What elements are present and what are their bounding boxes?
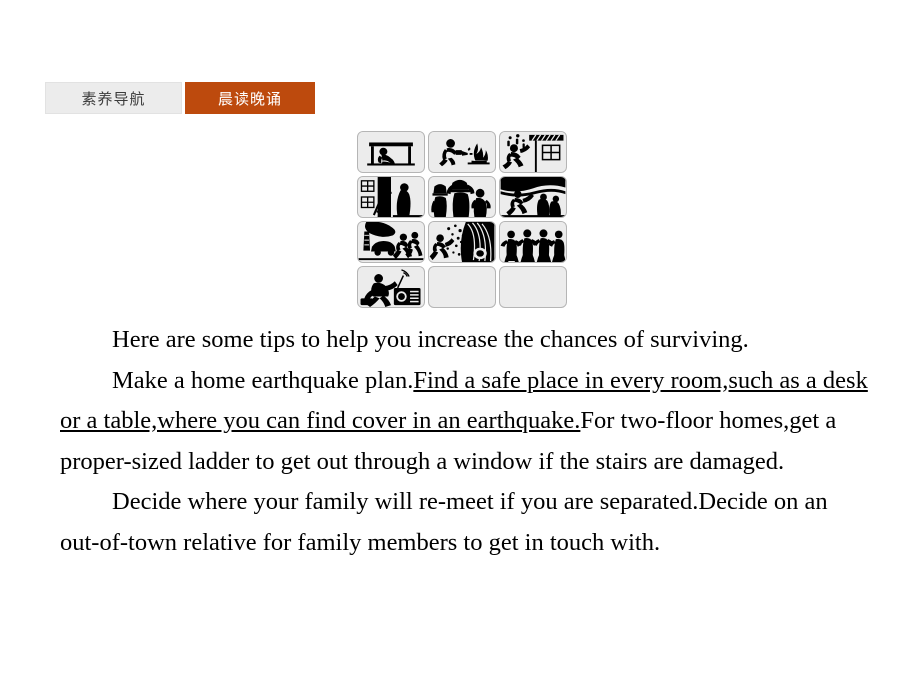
tab-morning-reading-label: 晨读晚诵 xyxy=(217,90,282,108)
picto-take-cover-under-table xyxy=(357,131,425,173)
picto-blank-cell-1 xyxy=(428,266,496,308)
picto-blank-cell-2 xyxy=(499,266,567,308)
picto-ladder-escape-window xyxy=(357,176,425,218)
picto-extinguish-fire xyxy=(428,131,496,173)
passage-paragraph-1-text: Here are some tips to help you increase … xyxy=(112,326,749,353)
group-holding-hands-icon xyxy=(500,222,566,262)
picto-listen-to-radio xyxy=(357,266,425,308)
extinguish-fire-icon xyxy=(429,132,495,172)
tab-literacy-navigation-label: 素养导航 xyxy=(81,90,146,108)
tab-literacy-navigation[interactable]: 素养导航 xyxy=(45,82,182,114)
tab-morning-reading[interactable]: 晨读晚诵 xyxy=(185,82,315,114)
picto-avoid-trees-and-cars xyxy=(357,221,425,263)
flee-tsunami-wave-icon xyxy=(500,177,566,217)
take-cover-under-table-icon xyxy=(358,132,424,172)
passage-paragraph-1: Here are some tips to help you increase … xyxy=(60,320,872,361)
passage-paragraph-3: Decide where your family will re-meet if… xyxy=(60,482,872,563)
safety-pictogram-grid xyxy=(357,131,567,308)
protect-head-evacuate-icon xyxy=(429,177,495,217)
picto-flee-tsunami-wave xyxy=(499,176,567,218)
reading-passage: Here are some tips to help you increase … xyxy=(60,320,872,563)
ladder-escape-window-icon xyxy=(358,177,424,217)
picto-protect-head-evacuate xyxy=(428,176,496,218)
passage-paragraph-3-text: Decide where your family will re-meet if… xyxy=(60,488,828,556)
passage-paragraph-2: Make a home earthquake plan.Find a safe … xyxy=(60,361,872,483)
tab-bar: 素养导航 晨读晚诵 xyxy=(45,82,315,114)
picto-flee-falling-debris xyxy=(499,131,567,173)
listen-to-radio-icon xyxy=(358,267,424,307)
flee-falling-debris-icon xyxy=(500,132,566,172)
flee-landslide-icon xyxy=(429,222,495,262)
avoid-trees-and-cars-icon xyxy=(358,222,424,262)
picto-flee-landslide xyxy=(428,221,496,263)
passage-paragraph-2-plain-start: Make a home earthquake plan. xyxy=(112,366,414,394)
picto-group-holding-hands xyxy=(499,221,567,263)
